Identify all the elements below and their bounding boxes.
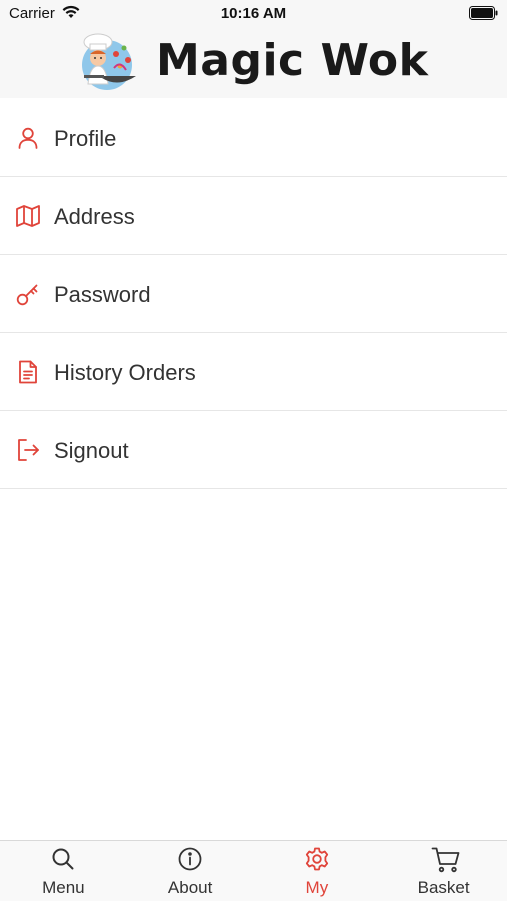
search-icon xyxy=(50,846,76,872)
map-icon xyxy=(15,203,41,229)
menu-item-signout[interactable]: Signout xyxy=(0,411,507,489)
menu-item-password[interactable]: Password xyxy=(0,255,507,333)
menu-item-address[interactable]: Address xyxy=(0,177,507,255)
status-time: 10:16 AM xyxy=(220,5,287,22)
menu-item-label: Profile xyxy=(54,126,117,151)
key-icon xyxy=(15,281,41,307)
tab-label: Menu xyxy=(42,878,85,897)
menu-item-label: Signout xyxy=(54,438,129,463)
tab-bar: Menu About My Basket xyxy=(0,840,507,901)
menu-item-profile[interactable]: Profile xyxy=(0,99,507,177)
gear-icon xyxy=(304,846,330,872)
info-icon xyxy=(177,846,203,872)
chef-logo-icon xyxy=(76,32,142,92)
cart-icon xyxy=(431,846,460,873)
menu-item-label: Password xyxy=(54,282,151,307)
account-menu: Profile Address Password History Orders … xyxy=(0,99,507,489)
menu-item-history-orders[interactable]: History Orders xyxy=(0,333,507,411)
tab-menu[interactable]: Menu xyxy=(0,841,127,901)
brand-title: Magic Wok xyxy=(156,35,429,86)
user-icon xyxy=(15,125,41,151)
tab-label: Basket xyxy=(417,878,470,897)
tab-about[interactable]: About xyxy=(127,841,254,901)
sign-out-icon xyxy=(15,437,41,463)
tab-label: About xyxy=(167,878,213,897)
tab-label: My xyxy=(305,878,329,897)
tab-basket[interactable]: Basket xyxy=(380,841,507,901)
battery-icon xyxy=(469,6,499,25)
menu-item-label: Address xyxy=(54,204,135,229)
document-icon xyxy=(15,359,41,385)
tab-my[interactable]: My xyxy=(254,841,381,901)
menu-item-label: History Orders xyxy=(54,360,196,385)
status-bar: Carrier 10:16 AM xyxy=(0,0,507,26)
